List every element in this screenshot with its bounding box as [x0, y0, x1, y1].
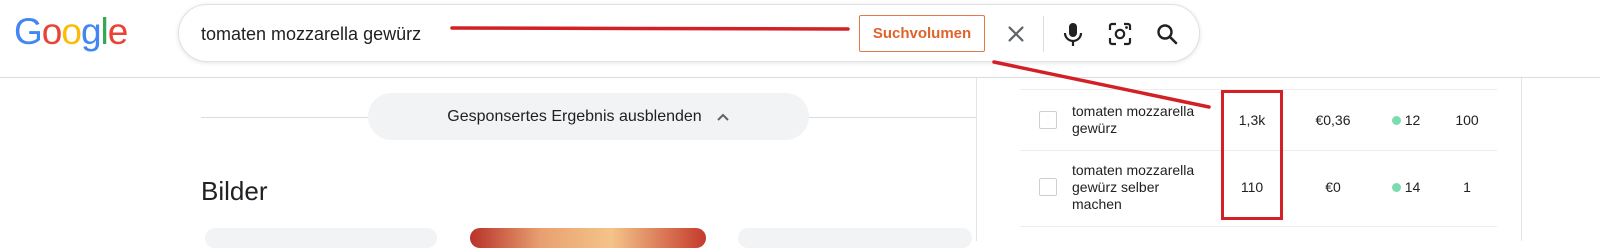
hide-sponsored-button[interactable]: Gesponsertes Ergebnis ausblenden — [368, 93, 809, 140]
difficulty-value: 12 — [1378, 112, 1434, 128]
search-input[interactable] — [201, 19, 621, 49]
image-thumbnail[interactable] — [470, 228, 706, 248]
google-logo[interactable]: Google — [14, 10, 129, 54]
lens-search-button[interactable] — [1105, 19, 1135, 49]
close-icon — [1008, 26, 1024, 42]
difficulty-number: 14 — [1404, 179, 1421, 195]
difficulty-dot — [1391, 183, 1401, 192]
microphone-icon — [1063, 23, 1083, 46]
search-divider — [1043, 16, 1044, 52]
logo-letter: o — [41, 11, 63, 52]
cpc-value: €0 — [1325, 179, 1341, 195]
score-value: 100 — [1455, 112, 1479, 128]
search-icon — [1157, 24, 1178, 45]
search-volume-badge[interactable]: Suchvolumen — [859, 15, 985, 52]
logo-letter: G — [14, 11, 43, 52]
search-button[interactable] — [1152, 19, 1182, 49]
keyword-checkbox[interactable] — [1039, 178, 1057, 196]
search-box[interactable]: Suchvolumen — [178, 4, 1200, 62]
keyword-checkbox[interactable] — [1039, 111, 1057, 129]
chevron-up-icon — [716, 113, 729, 121]
difficulty-number: 12 — [1404, 112, 1421, 128]
camera-lens-icon — [1108, 22, 1132, 46]
highlight-box — [1221, 90, 1283, 220]
logo-letter: e — [107, 11, 129, 52]
cpc-value: €0,36 — [1315, 112, 1351, 128]
keyword-text: tomaten mozzarella gewürz — [1072, 103, 1195, 136]
voice-search-button[interactable] — [1058, 19, 1088, 49]
image-thumbnail[interactable] — [738, 228, 972, 248]
clear-search-button[interactable] — [1001, 19, 1031, 49]
header: Google Suchvolumen — [0, 0, 1600, 78]
difficulty-value: 14 — [1378, 179, 1434, 195]
logo-letter: g — [80, 11, 102, 52]
image-thumbnail[interactable] — [205, 228, 437, 248]
logo-letter: l — [100, 11, 109, 52]
hide-sponsored-label: Gesponsertes Ergebnis ausblenden — [447, 107, 702, 125]
panel-border-right — [1521, 78, 1522, 241]
images-heading: Bilder — [201, 176, 268, 206]
keyword-text: tomaten mozzarella gewürz selber machen — [1072, 162, 1195, 212]
score-value: 1 — [1463, 179, 1471, 195]
logo-letter: o — [61, 11, 82, 52]
panel-border-left — [976, 78, 977, 241]
difficulty-dot — [1391, 116, 1401, 125]
